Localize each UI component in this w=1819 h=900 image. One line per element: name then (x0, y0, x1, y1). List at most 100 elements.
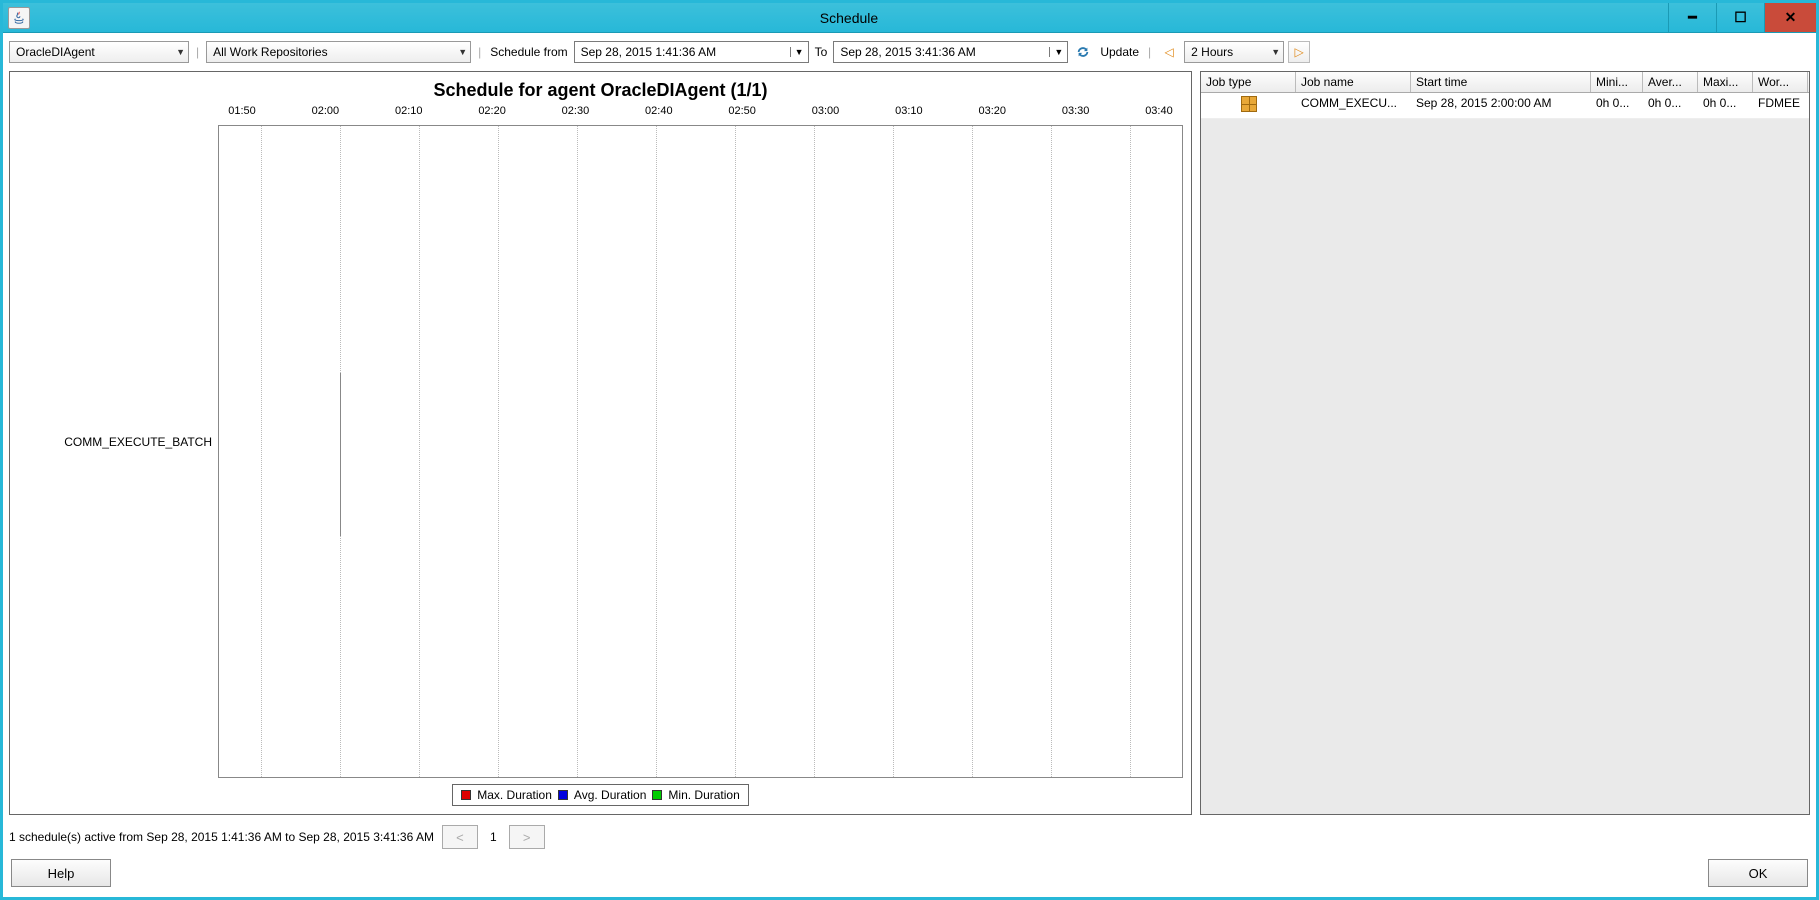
col-mini[interactable]: Mini... (1591, 72, 1643, 92)
table-row[interactable]: COMM_EXECU... Sep 28, 2015 2:00:00 AM 0h… (1201, 93, 1809, 119)
ok-button[interactable]: OK (1708, 859, 1808, 887)
status-text: 1 schedule(s) active from Sep 28, 2015 1… (9, 830, 434, 844)
update-label: Update (1100, 45, 1139, 59)
x-tick: 02:10 (389, 105, 429, 125)
to-date-field[interactable]: Sep 28, 2015 3:41:36 AM ▼ (833, 41, 1068, 63)
x-tick: 01:50 (222, 105, 262, 125)
prev-page-button[interactable]: < (442, 825, 478, 849)
prev-range-button[interactable]: ◁ (1158, 41, 1180, 63)
close-button[interactable]: ✕ (1764, 3, 1816, 32)
legend-swatch-min (652, 790, 662, 800)
col-aver[interactable]: Aver... (1643, 72, 1698, 92)
window-controls: ━ ☐ ✕ (1668, 3, 1816, 32)
gridline (972, 126, 973, 777)
cell-maxi: 0h 0... (1698, 93, 1753, 118)
legend-swatch-avg (558, 790, 568, 800)
refresh-button[interactable] (1072, 41, 1094, 63)
repository-dropdown[interactable]: All Work Repositories ▼ (206, 41, 471, 63)
content: OracleDIAgent ▼ | All Work Repositories … (3, 33, 1816, 897)
cell-start: Sep 28, 2015 2:00:00 AM (1411, 93, 1591, 118)
x-tick: 03:10 (889, 105, 929, 125)
cell-jobtype (1201, 93, 1296, 118)
chart-area: COMM_EXECUTE_BATCH 01:50 02:00 02:10 02:… (18, 105, 1183, 778)
x-tick: 02:00 (305, 105, 345, 125)
gridline (577, 126, 578, 777)
chevron-down-icon: ▼ (1049, 47, 1067, 57)
range-value: 2 Hours (1191, 45, 1233, 59)
jobs-table: Job type Job name Start time Mini... Ave… (1200, 71, 1810, 815)
x-tick: 02:40 (639, 105, 679, 125)
range-dropdown[interactable]: 2 Hours ▼ (1184, 41, 1284, 63)
window-title: Schedule (30, 10, 1668, 26)
table-header: Job type Job name Start time Mini... Ave… (1201, 72, 1809, 93)
plot (218, 125, 1183, 778)
x-tick: 02:30 (555, 105, 595, 125)
x-tick: 03:00 (806, 105, 846, 125)
cell-aver: 0h 0... (1643, 93, 1698, 118)
separator: | (196, 45, 199, 59)
legend-avg-label: Avg. Duration (574, 788, 647, 802)
col-jobtype[interactable]: Job type (1201, 72, 1296, 92)
col-start[interactable]: Start time (1411, 72, 1591, 92)
table-body: COMM_EXECU... Sep 28, 2015 2:00:00 AM 0h… (1201, 93, 1809, 814)
agent-value: OracleDIAgent (16, 45, 95, 59)
col-wor[interactable]: Wor... (1753, 72, 1808, 92)
to-date-value: Sep 28, 2015 3:41:36 AM (834, 45, 1049, 59)
gridline (656, 126, 657, 777)
legend-min-label: Min. Duration (668, 788, 739, 802)
chart-panel: Schedule for agent OracleDIAgent (1/1) C… (9, 71, 1192, 815)
schedule-from-label: Schedule from (490, 45, 567, 59)
col-maxi[interactable]: Maxi... (1698, 72, 1753, 92)
x-axis: 01:50 02:00 02:10 02:20 02:30 02:40 02:5… (218, 105, 1183, 125)
maximize-button[interactable]: ☐ (1716, 3, 1764, 32)
gridline (498, 126, 499, 777)
chevron-down-icon: ▼ (790, 47, 808, 57)
gridline (814, 126, 815, 777)
separator: | (1148, 45, 1151, 59)
x-tick: 02:20 (472, 105, 512, 125)
x-tick: 03:40 (1139, 105, 1179, 125)
y-axis-label: COMM_EXECUTE_BATCH (64, 435, 212, 449)
window-frame: Schedule ━ ☐ ✕ OracleDIAgent ▼ | All Wor… (0, 0, 1819, 900)
gridline (735, 126, 736, 777)
chevron-down-icon: ▼ (1267, 47, 1280, 57)
to-label: To (815, 45, 828, 59)
gridline (419, 126, 420, 777)
gridline (1130, 126, 1131, 777)
next-page-button[interactable]: > (509, 825, 545, 849)
x-tick: 03:30 (1056, 105, 1096, 125)
cell-mini: 0h 0... (1591, 93, 1643, 118)
from-date-field[interactable]: Sep 28, 2015 1:41:36 AM ▼ (574, 41, 809, 63)
chart-title: Schedule for agent OracleDIAgent (1/1) (18, 80, 1183, 101)
cell-jobname: COMM_EXECU... (1296, 93, 1411, 118)
chevron-down-icon: ▼ (172, 47, 185, 57)
gridline (893, 126, 894, 777)
page-number: 1 (490, 830, 497, 844)
plot-wrap: 01:50 02:00 02:10 02:20 02:30 02:40 02:5… (218, 105, 1183, 778)
main-split: Schedule for agent OracleDIAgent (1/1) C… (9, 71, 1810, 815)
minimize-button[interactable]: ━ (1668, 3, 1716, 32)
from-date-value: Sep 28, 2015 1:41:36 AM (575, 45, 790, 59)
footer: Help OK (9, 855, 1810, 891)
java-icon (8, 7, 30, 29)
col-jobname[interactable]: Job name (1296, 72, 1411, 92)
chevron-down-icon: ▼ (454, 47, 467, 57)
legend: Max. Duration Avg. Duration Min. Duratio… (452, 784, 749, 806)
next-range-button[interactable]: ▷ (1288, 41, 1310, 63)
agent-dropdown[interactable]: OracleDIAgent ▼ (9, 41, 189, 63)
gridline (1051, 126, 1052, 777)
gridline (261, 126, 262, 777)
x-tick: 03:20 (972, 105, 1012, 125)
repository-value: All Work Repositories (213, 45, 327, 59)
cell-wor: FDMEE (1753, 93, 1808, 118)
help-button[interactable]: Help (11, 859, 111, 887)
legend-swatch-max (461, 790, 471, 800)
separator: | (478, 45, 481, 59)
y-axis: COMM_EXECUTE_BATCH (18, 105, 218, 778)
titlebar: Schedule ━ ☐ ✕ (3, 3, 1816, 33)
toolbar: OracleDIAgent ▼ | All Work Repositories … (9, 39, 1810, 65)
schedule-event-bar[interactable] (340, 373, 341, 536)
legend-max-label: Max. Duration (477, 788, 552, 802)
job-type-icon (1241, 96, 1257, 112)
status-row: 1 schedule(s) active from Sep 28, 2015 1… (9, 823, 1810, 851)
